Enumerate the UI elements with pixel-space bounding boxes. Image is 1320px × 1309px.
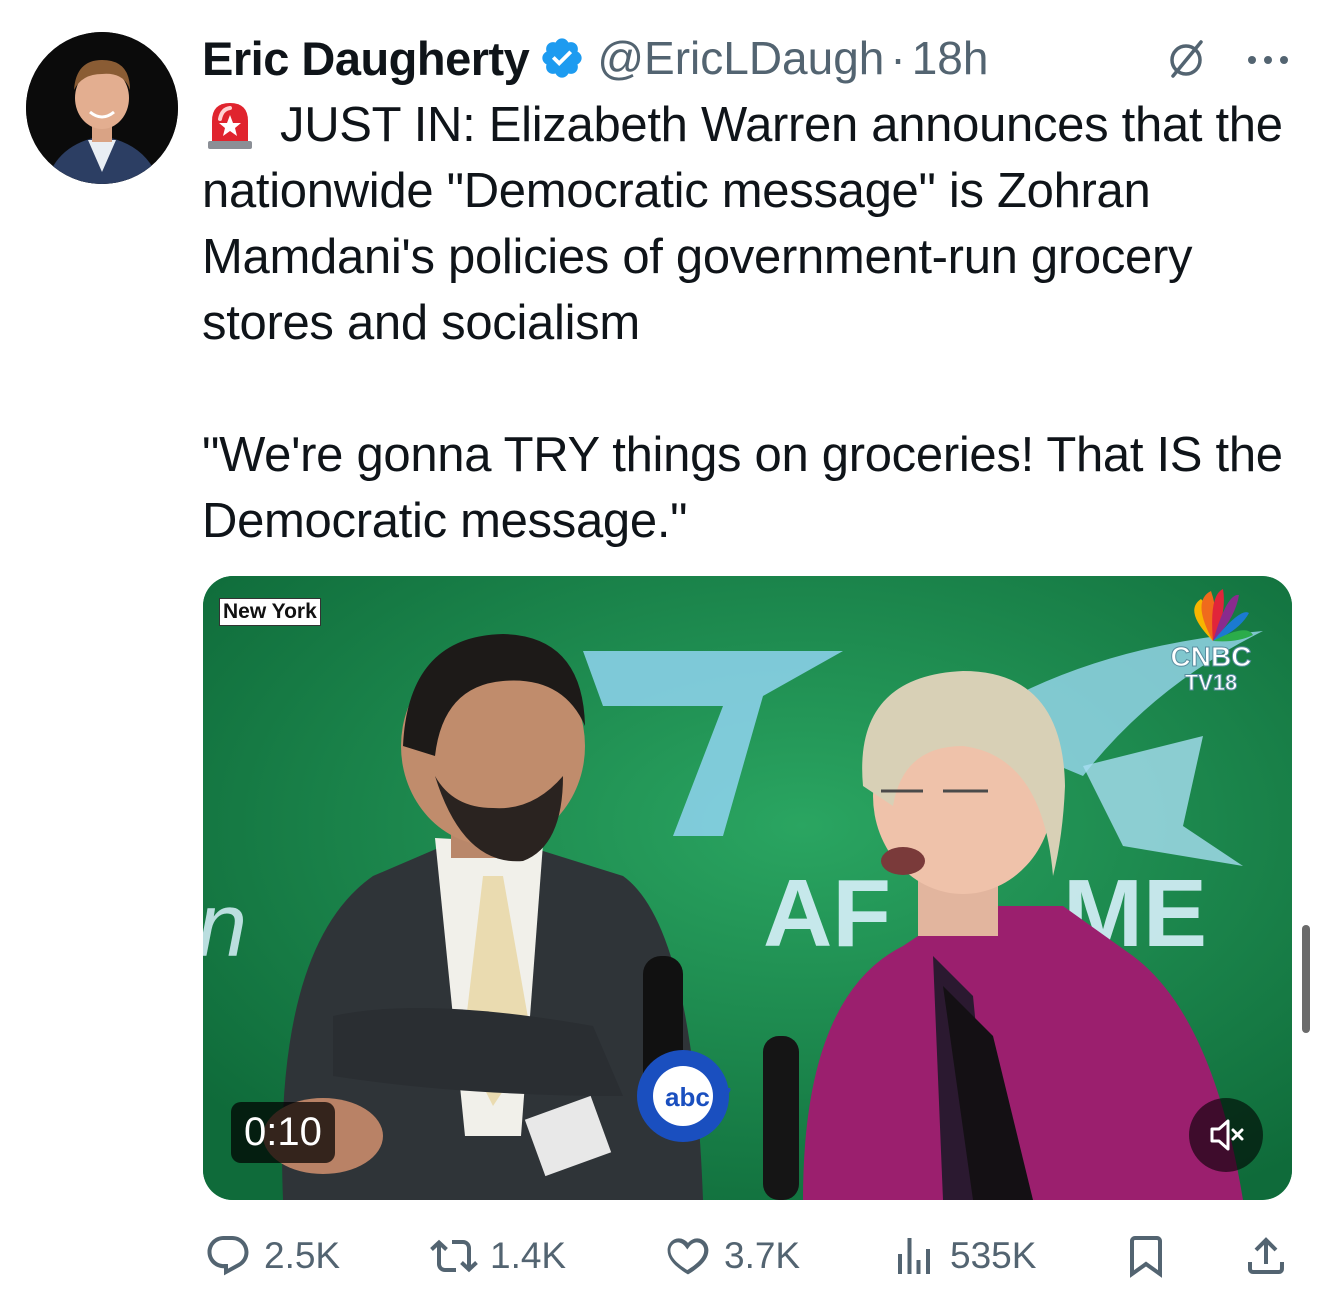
reply-count: 2.5K (264, 1235, 341, 1276)
tweet-paragraph: JUST IN: Elizabeth Warren announces that… (202, 92, 1292, 356)
cnbc-logo-text: CNBC (1171, 641, 1252, 672)
scrollbar[interactable] (1302, 925, 1310, 1033)
grok-icon[interactable] (1163, 36, 1209, 82)
repost-icon (430, 1239, 478, 1273)
share-icon (1248, 1237, 1284, 1274)
more-icon[interactable] (1244, 40, 1292, 80)
author-handle[interactable]: @EricLDaugh (597, 31, 884, 85)
svg-text:n: n (203, 876, 247, 976)
reply-button[interactable]: 2.5K (204, 1226, 340, 1286)
header-separator: · (890, 32, 906, 84)
tweet-paragraph: "We're gonna TRY things on groceries! Th… (202, 422, 1292, 554)
bookmark-button[interactable] (1122, 1226, 1170, 1286)
video-frame: AF ME n CNBC TV18 abc 7 (203, 576, 1292, 1200)
views-button[interactable]: 535K (890, 1226, 1036, 1286)
verified-badge-icon[interactable] (539, 35, 585, 81)
views-count: 535K (950, 1235, 1037, 1276)
like-icon (667, 1238, 709, 1275)
svg-text:AF: AF (763, 860, 891, 967)
video-player[interactable]: AF ME n CNBC TV18 abc 7 (203, 576, 1292, 1200)
tweet-text: JUST IN: Elizabeth Warren announces that… (202, 92, 1292, 554)
avatar-image (26, 32, 178, 184)
mute-button[interactable] (1189, 1098, 1263, 1172)
repost-count: 1.4K (490, 1235, 567, 1276)
like-count: 3.7K (724, 1235, 801, 1276)
tweet-header: Eric Daugherty @EricLDaugh · 18h (202, 28, 988, 88)
cnbc-logo-subtext: TV18 (1185, 670, 1238, 695)
avatar[interactable] (26, 32, 178, 184)
share-button[interactable] (1242, 1226, 1290, 1286)
location-tag: New York (219, 598, 321, 626)
reply-icon (207, 1236, 249, 1276)
action-bar: 2.5K 1.4K 3.7K 535K (0, 1226, 1320, 1286)
tweet-line-1: JUST IN: Elizabeth Warren announces that… (202, 98, 1283, 350)
siren-emoji-icon (202, 97, 258, 149)
author-name[interactable]: Eric Daugherty (202, 31, 530, 86)
mute-icon (1210, 1119, 1244, 1151)
mic-logo-text: abc 7 (665, 1082, 732, 1112)
like-button[interactable]: 3.7K (664, 1226, 800, 1286)
views-icon (898, 1238, 930, 1274)
video-duration: 0:10 (231, 1102, 335, 1163)
tweet-line-2: "We're gonna TRY things on groceries! Th… (202, 428, 1283, 548)
bookmark-icon (1130, 1236, 1162, 1278)
tweet-time[interactable]: 18h (912, 31, 989, 85)
repost-button[interactable]: 1.4K (430, 1226, 566, 1286)
